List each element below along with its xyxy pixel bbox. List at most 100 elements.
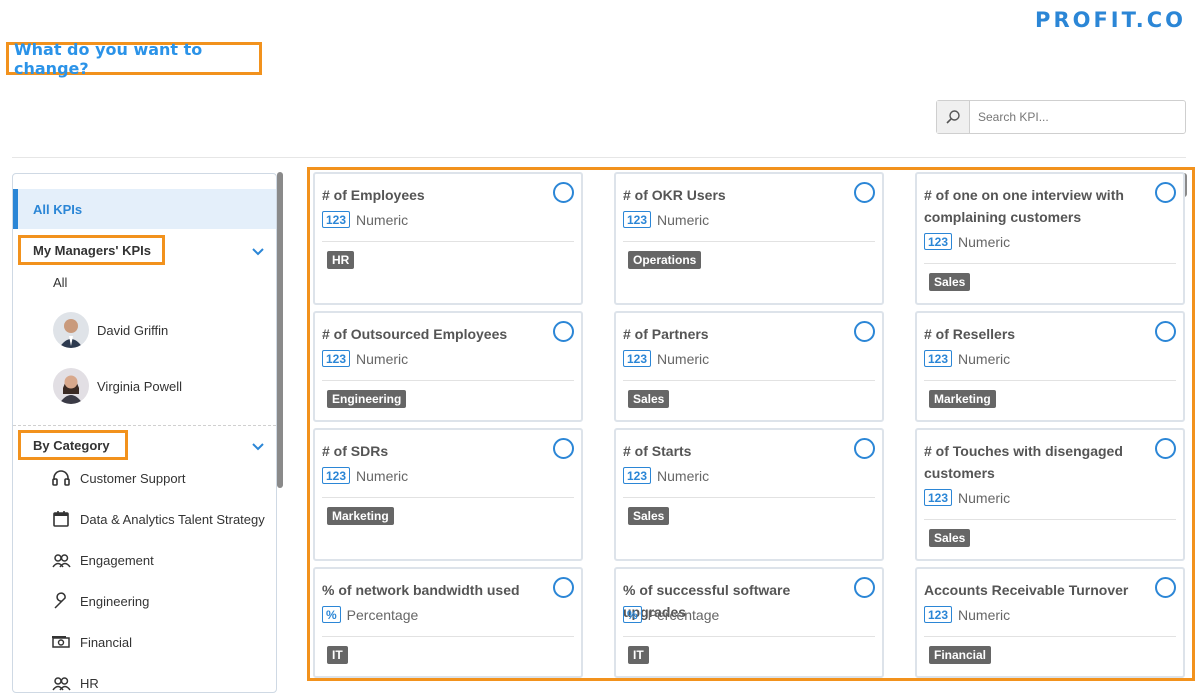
page-title-box: What do you want to change? bbox=[6, 39, 262, 78]
card-divider bbox=[924, 519, 1176, 520]
sidebar-item-manager[interactable]: Virginia Powell bbox=[53, 368, 182, 404]
type-badge: % bbox=[322, 606, 341, 623]
card-divider bbox=[623, 636, 875, 637]
select-radio[interactable] bbox=[553, 438, 574, 459]
sidebar-item-data-analytics[interactable]: Data & Analytics Talent Strategy bbox=[51, 509, 265, 529]
sidebar-item-manager[interactable]: David Griffin bbox=[53, 312, 168, 348]
avatar bbox=[53, 312, 89, 348]
kpi-card[interactable]: # of Starts 123 Numeric Sales bbox=[614, 428, 884, 561]
card-divider bbox=[623, 497, 875, 498]
type-label: Numeric bbox=[958, 606, 1011, 623]
kpi-card[interactable]: # of one on one interview with complaini… bbox=[915, 172, 1185, 305]
kpi-title: # of Resellers bbox=[924, 326, 1016, 342]
card-divider bbox=[623, 241, 875, 242]
kpi-card[interactable]: # of Touches with disengaged customers 12… bbox=[915, 428, 1185, 561]
managers-section-header[interactable]: My Managers' KPIs bbox=[18, 235, 165, 265]
kpi-title: # of Employees bbox=[322, 187, 425, 203]
category-section-header[interactable]: By Category bbox=[18, 430, 128, 460]
chevron-down-icon[interactable] bbox=[251, 441, 265, 451]
category-tag: Sales bbox=[628, 390, 670, 408]
brand-logo: PROFIT.CO bbox=[1035, 8, 1186, 32]
sidebar-item-hr[interactable]: HR bbox=[51, 673, 99, 692]
sidebar-item-all[interactable]: All bbox=[53, 275, 67, 290]
sidebar-item-financial[interactable]: Financial bbox=[51, 632, 132, 652]
category-tag: HR bbox=[327, 251, 355, 269]
sidebar-item-all-kpis[interactable]: All KPIs bbox=[13, 189, 276, 229]
kpi-type: 123 Numeric bbox=[322, 211, 408, 228]
manager-name: Virginia Powell bbox=[97, 378, 183, 394]
kpi-type: 123 Numeric bbox=[322, 350, 408, 367]
type-label: Numeric bbox=[657, 211, 710, 228]
kpi-card[interactable]: # of Resellers 123 Numeric Marketing bbox=[915, 311, 1185, 422]
category-label: HR bbox=[80, 675, 99, 691]
category-tag: IT bbox=[327, 646, 348, 664]
select-radio[interactable] bbox=[854, 438, 875, 459]
kpi-type: 123 Numeric bbox=[924, 233, 1010, 250]
type-badge: 123 bbox=[924, 233, 953, 250]
sidebar-item-engineering[interactable]: Engineering bbox=[51, 591, 149, 611]
kpi-card[interactable]: % of successful software upgrades% Percen… bbox=[614, 567, 884, 678]
kpi-card[interactable]: # of Employees 123 Numeric HR bbox=[313, 172, 583, 305]
type-label: Numeric bbox=[657, 467, 710, 484]
type-badge: 123 bbox=[623, 211, 652, 228]
sidebar-scrollbar[interactable] bbox=[277, 172, 283, 488]
kpi-card[interactable]: % of network bandwidth used% Percentage IT bbox=[313, 567, 583, 678]
card-divider bbox=[924, 380, 1176, 381]
page-title: What do you want to change? bbox=[14, 39, 203, 78]
kpi-card[interactable]: # of Partners 123 Numeric Sales bbox=[614, 311, 884, 422]
kpi-type: 123 Numeric bbox=[322, 467, 408, 484]
select-radio[interactable] bbox=[1155, 321, 1176, 342]
money-icon bbox=[51, 632, 71, 652]
category-tag: IT bbox=[628, 646, 649, 664]
kpi-type: % Percentage bbox=[322, 606, 418, 623]
category-tag: Sales bbox=[929, 273, 971, 291]
category-tag: Engineering bbox=[327, 390, 407, 408]
kpi-type: 123 Numeric bbox=[924, 606, 1010, 623]
category-label: Data & Analytics Talent Strategy bbox=[80, 511, 265, 527]
select-radio[interactable] bbox=[854, 182, 875, 203]
category-tag: Marketing bbox=[327, 507, 394, 525]
select-radio[interactable] bbox=[1155, 182, 1176, 203]
select-radio[interactable] bbox=[854, 577, 875, 598]
category-tag: Financial bbox=[929, 646, 992, 664]
type-label: Numeric bbox=[356, 211, 409, 228]
card-divider bbox=[924, 636, 1176, 637]
type-badge: 123 bbox=[322, 211, 351, 228]
kpi-title: # of OKR Users bbox=[623, 187, 726, 203]
search-input[interactable] bbox=[970, 101, 1185, 133]
select-radio[interactable] bbox=[1155, 577, 1176, 598]
select-radio[interactable] bbox=[553, 577, 574, 598]
select-radio[interactable] bbox=[1155, 438, 1176, 459]
type-badge: 123 bbox=[322, 467, 351, 484]
kpi-card[interactable]: # of SDRs 123 Numeric Marketing bbox=[313, 428, 583, 561]
category-label: Customer Support bbox=[80, 470, 186, 486]
search-icon[interactable] bbox=[937, 101, 970, 133]
select-radio[interactable] bbox=[553, 182, 574, 203]
sidebar-item-customer-support[interactable]: Customer Support bbox=[51, 468, 186, 488]
kpi-card[interactable]: Accounts Receivable Turnover 123 Numeric Fi… bbox=[915, 567, 1185, 678]
calendar-icon bbox=[51, 509, 71, 529]
kpi-type: 123 Numeric bbox=[623, 211, 709, 228]
card-divider bbox=[322, 497, 574, 498]
card-divider bbox=[322, 380, 574, 381]
kpi-type: 123 Numeric bbox=[623, 467, 709, 484]
chevron-down-icon[interactable] bbox=[251, 246, 265, 256]
type-label: Percentage bbox=[647, 606, 720, 623]
kpi-card[interactable]: # of OKR Users 123 Numeric Operations bbox=[614, 172, 884, 305]
type-label: Numeric bbox=[958, 350, 1011, 367]
card-divider bbox=[924, 263, 1176, 264]
sidebar-item-engagement[interactable]: Engagement bbox=[51, 550, 154, 570]
kpi-type: 123 Numeric bbox=[623, 350, 709, 367]
type-badge: 123 bbox=[924, 350, 953, 367]
kpi-title: # of SDRs bbox=[322, 443, 389, 459]
kpi-card[interactable]: # of Outsourced Employees 123 Numeric Engin… bbox=[313, 311, 583, 422]
type-badge: % bbox=[623, 606, 642, 623]
kpi-title: # of Starts bbox=[623, 443, 692, 459]
category-tag: Sales bbox=[628, 507, 670, 525]
managers-section-label: My Managers' KPIs bbox=[33, 242, 151, 258]
type-label: Numeric bbox=[958, 233, 1011, 250]
select-radio[interactable] bbox=[854, 321, 875, 342]
kpi-title: # of Outsourced Employees bbox=[322, 326, 508, 342]
people-icon bbox=[51, 673, 71, 692]
select-radio[interactable] bbox=[553, 321, 574, 342]
